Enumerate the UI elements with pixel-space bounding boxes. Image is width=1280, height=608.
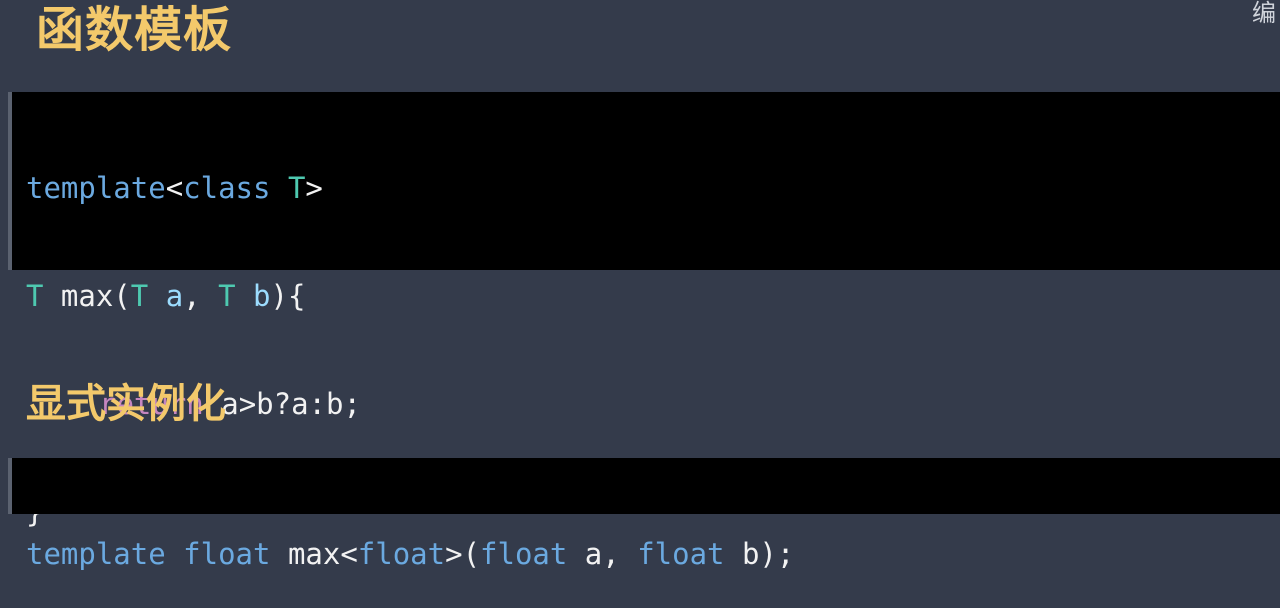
param2-type: T [218,279,236,313]
angle-close-paren: >( [445,537,481,571]
param1-name: a [567,537,603,571]
code-line-1: template<class T> [26,168,1280,208]
param1-name: a [148,279,184,313]
section-heading-explicit-instantiation: 显式实例化 [26,381,226,427]
type-float-1: float [183,537,271,571]
type-float-2: float [357,537,446,571]
keyword-template: template [26,537,166,571]
code-line-instantiation: template float max<float>(float a, float… [26,534,1280,574]
signature-tail: ){ [270,279,306,313]
type-float-4: float [637,537,725,571]
code-block-function-template: template<class T> T max(T a, T b){ retur… [8,92,1280,529]
angle-close: > [305,171,323,205]
function-name-max: max [287,537,341,571]
type-param-t: T [287,171,306,205]
section-heading-function-template: 函数模板 [36,2,233,58]
statement-tail: ); [759,537,795,571]
type-float-3: float [480,537,568,571]
keyword-template: template [26,171,166,205]
param-comma: , [183,279,219,313]
param1-type: T [130,279,149,313]
angle-open: < [165,171,184,205]
left-edge-fragment: i [0,2,1,22]
param2-name: b [724,537,760,571]
return-expression: a>b?a:b; [221,387,361,421]
param-comma: , [602,537,638,571]
return-type-t: T [26,279,44,313]
angle-open: < [340,537,358,571]
param2-name: b [235,279,271,313]
keyword-class: class [183,171,271,205]
right-edge-fragment: 编 [1252,0,1276,26]
function-name-max: max( [43,279,131,313]
code-block-explicit-instantiation: template float max<float>(float a, float… [8,458,1280,571]
code-line-2: T max(T a, T b){ [26,276,1280,316]
